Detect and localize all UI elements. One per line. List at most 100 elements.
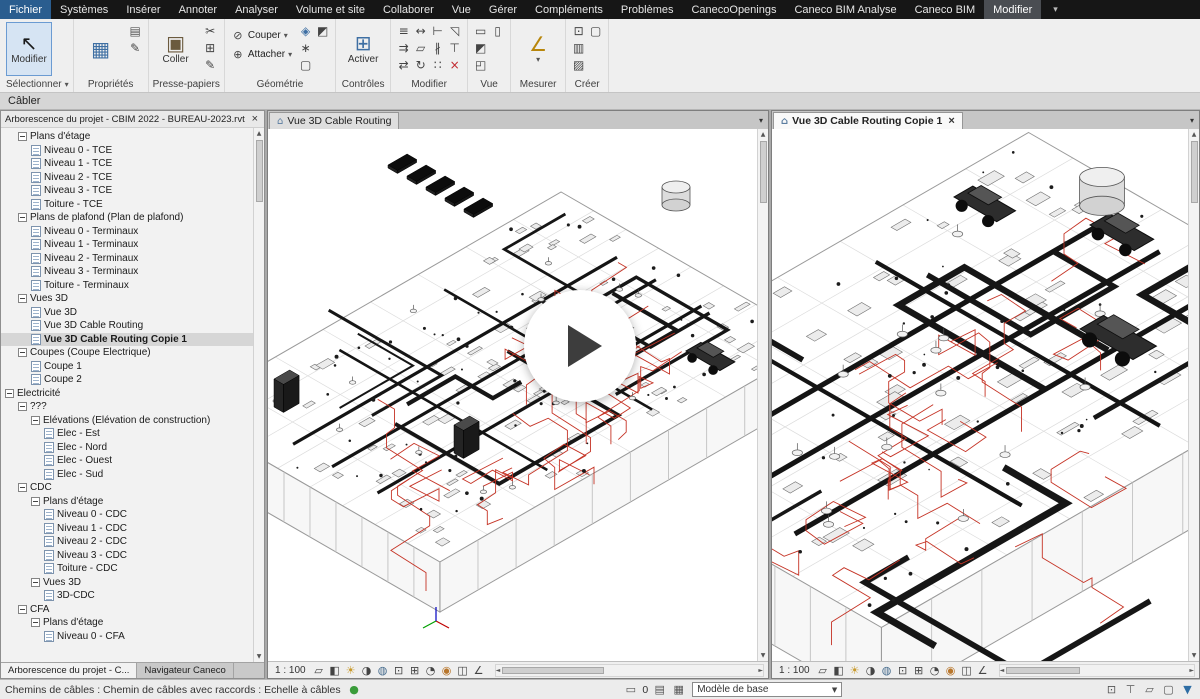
- scroll-thumb[interactable]: [1191, 141, 1198, 203]
- collapse-icon[interactable]: [31, 578, 40, 587]
- worksets-icon[interactable]: ▤: [652, 682, 667, 697]
- view-scale-button[interactable]: 1 : 100: [774, 665, 815, 676]
- cut-icon[interactable]: ✂: [202, 22, 219, 39]
- tree-item[interactable]: Plans d'étage: [1, 130, 253, 144]
- design-options-icon[interactable]: ▦: [671, 682, 686, 697]
- browser-tab-navigateur-caneco[interactable]: Navigateur Caneco: [137, 663, 233, 678]
- measure-button[interactable]: ∠▾: [515, 22, 561, 76]
- ribbon-tab-canecoopenings[interactable]: CanecoOpenings: [682, 0, 785, 19]
- tree-item[interactable]: Vues 3D: [1, 292, 253, 306]
- tree-item[interactable]: Elec - Est: [1, 427, 253, 441]
- family-icon[interactable]: ▤: [127, 22, 144, 39]
- assembly-icon[interactable]: ▥: [570, 39, 587, 56]
- collapse-icon[interactable]: [31, 497, 40, 506]
- activate-controls-button[interactable]: ⊞Activer: [340, 22, 386, 76]
- scroll-down-icon[interactable]: ▼: [1192, 650, 1197, 661]
- detail-level-icon[interactable]: ▱: [815, 663, 831, 678]
- tree-item[interactable]: Toiture - TCE: [1, 198, 253, 212]
- shadows-icon[interactable]: ◑: [359, 663, 375, 678]
- tree-item[interactable]: Niveau 0 - CFA: [1, 630, 253, 644]
- tree-item[interactable]: Coupe 1: [1, 360, 253, 374]
- scroll-thumb[interactable]: [1006, 667, 1080, 674]
- 3d-view-canvas-2[interactable]: [772, 129, 1188, 661]
- scroll-thumb[interactable]: [760, 141, 767, 203]
- collapse-icon[interactable]: [18, 213, 27, 222]
- temporary-hide-isolate-icon[interactable]: ◔: [927, 663, 943, 678]
- crop-view-icon[interactable]: ⊡: [895, 663, 911, 678]
- ribbon-tab-fichier[interactable]: Fichier: [0, 0, 51, 19]
- paste-button[interactable]: ▣Coller: [153, 22, 199, 76]
- view-scale-button[interactable]: 1 : 100: [270, 665, 311, 676]
- ribbon-tab-ins-rer[interactable]: Insérer: [117, 0, 169, 19]
- tree-item[interactable]: Elévations (Elévation de construction): [1, 414, 253, 428]
- couper-button[interactable]: ⊘Couper▾: [229, 26, 294, 44]
- match-icon[interactable]: ✎: [202, 56, 219, 73]
- hide-icon[interactable]: ▭: [472, 22, 489, 39]
- collapse-icon[interactable]: [31, 618, 40, 627]
- parts-icon[interactable]: ▨: [570, 56, 587, 73]
- tree-item[interactable]: Niveau 1 - Terminaux: [1, 238, 253, 252]
- demolish-icon[interactable]: ∗: [297, 39, 314, 56]
- tree-item[interactable]: Niveau 3 - TCE: [1, 184, 253, 198]
- tree-item[interactable]: Niveau 2 - CDC: [1, 535, 253, 549]
- paint-icon[interactable]: ◈: [297, 22, 314, 39]
- window-list-chevron[interactable]: ▾: [754, 116, 768, 125]
- delete-icon[interactable]: ×: [446, 56, 463, 73]
- tree-item[interactable]: Niveau 0 - CDC: [1, 508, 253, 522]
- move-icon[interactable]: ↔: [412, 22, 429, 39]
- ribbon-group-label-s-lectionner[interactable]: Sélectionner▾: [6, 77, 69, 92]
- view-tab-vue-3d-cable-routing-copie-1[interactable]: ⌂Vue 3D Cable Routing Copie 1×: [773, 112, 963, 129]
- play-icon[interactable]: [568, 325, 602, 367]
- browser-scrollbar[interactable]: ▲ ▼: [253, 128, 264, 662]
- rotate-icon[interactable]: ↻: [412, 56, 429, 73]
- scroll-left-icon[interactable]: ◄: [1000, 665, 1005, 676]
- scroll-right-icon[interactable]: ►: [758, 665, 763, 676]
- show-crop-region-icon[interactable]: ⊞: [911, 663, 927, 678]
- reveal-hidden-elements-icon[interactable]: ◉: [943, 663, 959, 678]
- requests-icon[interactable]: ▭: [623, 682, 638, 697]
- tree-item[interactable]: Vue 3D Cable Routing Copie 1: [1, 333, 253, 347]
- select-pinned-icon[interactable]: ⊤: [1123, 682, 1138, 697]
- scroll-right-icon[interactable]: ►: [1189, 665, 1194, 676]
- ribbon-display-chevron[interactable]: ▾: [1047, 0, 1064, 19]
- shadows-icon[interactable]: ◑: [863, 663, 879, 678]
- pin-icon[interactable]: ⊤: [446, 39, 463, 56]
- drag-on-selection-icon[interactable]: ▢: [1161, 682, 1176, 697]
- reveal-hidden-elements-icon[interactable]: ◉: [439, 663, 455, 678]
- tree-item[interactable]: Niveau 0 - TCE: [1, 144, 253, 158]
- view1-vertical-scrollbar[interactable]: ▲ ▼: [757, 129, 768, 661]
- close-panel-icon[interactable]: ×: [250, 113, 260, 125]
- create-similar-icon[interactable]: ▢: [297, 56, 314, 73]
- array-icon[interactable]: ∷: [429, 56, 446, 73]
- show-constraints-icon[interactable]: ∠: [975, 663, 991, 678]
- ribbon-tab-probl-mes[interactable]: Problèmes: [612, 0, 683, 19]
- sun-path-icon[interactable]: ☀: [847, 663, 863, 678]
- create-similar-icon[interactable]: ▢: [587, 22, 604, 39]
- scroll-up-icon[interactable]: ▲: [257, 128, 262, 139]
- tree-item[interactable]: Toiture - Terminaux: [1, 279, 253, 293]
- visual-style-icon[interactable]: ◧: [831, 663, 847, 678]
- ribbon-tab-collaborer[interactable]: Collaborer: [374, 0, 443, 19]
- tree-item[interactable]: Vue 3D Cable Routing: [1, 319, 253, 333]
- view2-vertical-scrollbar[interactable]: ▲ ▼: [1188, 129, 1199, 661]
- mirror-icon[interactable]: ⇄: [395, 56, 412, 73]
- tree-item[interactable]: Niveau 1 - TCE: [1, 157, 253, 171]
- scroll-up-icon[interactable]: ▲: [761, 129, 766, 140]
- show-rendering-icon[interactable]: ◍: [879, 663, 895, 678]
- visual-style-icon[interactable]: ◧: [327, 663, 343, 678]
- graphics-icon[interactable]: ◩: [472, 39, 489, 56]
- section-icon[interactable]: ▯: [489, 22, 506, 39]
- temporary-view-properties-icon[interactable]: ◫: [455, 663, 471, 678]
- create-group-icon[interactable]: ⊡: [570, 22, 587, 39]
- view-tab-vue-3d-cable-routing[interactable]: ⌂Vue 3D Cable Routing: [269, 112, 399, 129]
- horizontal-scrollbar[interactable]: ◄►: [495, 664, 764, 677]
- ribbon-tab-g-rer[interactable]: Gérer: [480, 0, 526, 19]
- tree-item[interactable]: Toiture - CDC: [1, 562, 253, 576]
- tree-item[interactable]: Niveau 1 - CDC: [1, 522, 253, 536]
- horizontal-scrollbar[interactable]: ◄►: [999, 664, 1195, 677]
- browser-tab-arborescence-du-projet-c[interactable]: Arborescence du projet - C...: [1, 663, 137, 678]
- select-underlay-icon[interactable]: ▱: [1142, 682, 1157, 697]
- collapse-icon[interactable]: [18, 605, 27, 614]
- copy-icon[interactable]: ⊞: [202, 39, 219, 56]
- show-constraints-icon[interactable]: ∠: [471, 663, 487, 678]
